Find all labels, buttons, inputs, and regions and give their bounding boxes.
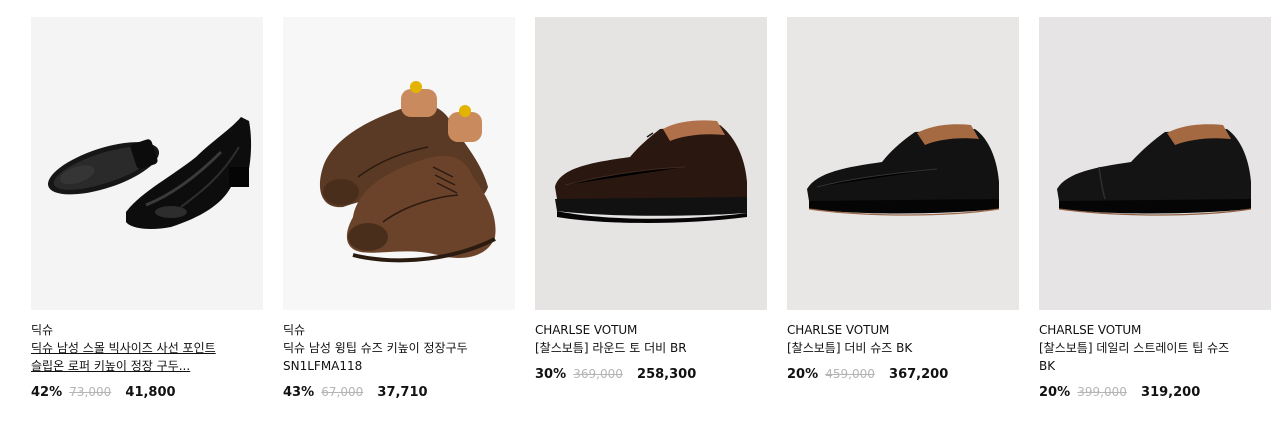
product-image[interactable] bbox=[535, 17, 767, 310]
product-card[interactable]: CHARLSE VOTUM [찰스보틈] 라운드 토 더비 BR 30% 369… bbox=[535, 17, 767, 384]
discount-rate: 20% bbox=[1039, 385, 1071, 400]
product-card[interactable]: 딕슈 딕슈 남성 스몰 빅사이즈 사선 포인트 슬립온 로퍼 키높이 정장 구두… bbox=[31, 17, 263, 402]
discount-rate: 30% bbox=[535, 367, 567, 382]
product-title[interactable]: [찰스보틈] 라운드 토 더비 BR bbox=[535, 339, 745, 357]
product-brand[interactable]: CHARLSE VOTUM bbox=[787, 322, 1019, 339]
original-price: 73,000 bbox=[69, 385, 112, 399]
product-grid: 딕슈 딕슈 남성 스몰 빅사이즈 사선 포인트 슬립온 로퍼 키높이 정장 구두… bbox=[0, 0, 1280, 430]
product-card[interactable]: CHARLSE VOTUM [찰스보틈] 더비 슈즈 BK 20% 459,00… bbox=[787, 17, 1019, 384]
original-price: 369,000 bbox=[573, 367, 623, 381]
discount-rate: 42% bbox=[31, 385, 63, 400]
price-row: 43% 67,000 37,710 bbox=[283, 383, 515, 402]
dark-brown-derby-image bbox=[535, 17, 767, 310]
original-price: 399,000 bbox=[1077, 385, 1127, 399]
discount-rate: 20% bbox=[787, 367, 819, 382]
price-row: 20% 399,000 319,200 bbox=[1039, 383, 1271, 402]
original-price: 67,000 bbox=[321, 385, 364, 399]
sale-price: 258,300 bbox=[637, 367, 697, 382]
price-row: 30% 369,000 258,300 bbox=[535, 365, 767, 384]
black-straight-tip-image bbox=[1039, 17, 1271, 310]
sale-price: 41,800 bbox=[125, 385, 176, 400]
product-image[interactable] bbox=[283, 17, 515, 310]
product-brand[interactable]: 딕슈 bbox=[283, 322, 515, 339]
product-image[interactable] bbox=[1039, 17, 1271, 310]
discount-rate: 43% bbox=[283, 385, 315, 400]
black-derby-image bbox=[787, 17, 1019, 310]
product-title[interactable]: 딕슈 남성 스몰 빅사이즈 사선 포인트 슬립온 로퍼 키높이 정장 구두... bbox=[31, 339, 241, 375]
black-slip-on-loafer-image bbox=[31, 17, 263, 310]
product-image[interactable] bbox=[31, 17, 263, 310]
product-title[interactable]: [찰스보틈] 더비 슈즈 BK bbox=[787, 339, 997, 357]
price-row: 20% 459,000 367,200 bbox=[787, 365, 1019, 384]
brown-wingtip-shoes-image bbox=[283, 17, 515, 310]
product-image[interactable] bbox=[787, 17, 1019, 310]
price-row: 42% 73,000 41,800 bbox=[31, 383, 263, 402]
product-brand[interactable]: CHARLSE VOTUM bbox=[1039, 322, 1271, 339]
product-card[interactable]: 딕슈 딕슈 남성 윙팁 슈즈 키높이 정장구두 SN1LFMA118 43% 6… bbox=[283, 17, 515, 402]
product-brand[interactable]: CHARLSE VOTUM bbox=[535, 322, 767, 339]
product-title[interactable]: [찰스보틈] 데일리 스트레이트 팁 슈즈 BK bbox=[1039, 339, 1249, 375]
product-brand[interactable]: 딕슈 bbox=[31, 322, 263, 339]
product-title[interactable]: 딕슈 남성 윙팁 슈즈 키높이 정장구두 SN1LFMA118 bbox=[283, 339, 493, 375]
sale-price: 37,710 bbox=[377, 385, 428, 400]
original-price: 459,000 bbox=[825, 367, 875, 381]
sale-price: 367,200 bbox=[889, 367, 949, 382]
product-card[interactable]: CHARLSE VOTUM [찰스보틈] 데일리 스트레이트 팁 슈즈 BK 2… bbox=[1039, 17, 1271, 402]
sale-price: 319,200 bbox=[1141, 385, 1201, 400]
